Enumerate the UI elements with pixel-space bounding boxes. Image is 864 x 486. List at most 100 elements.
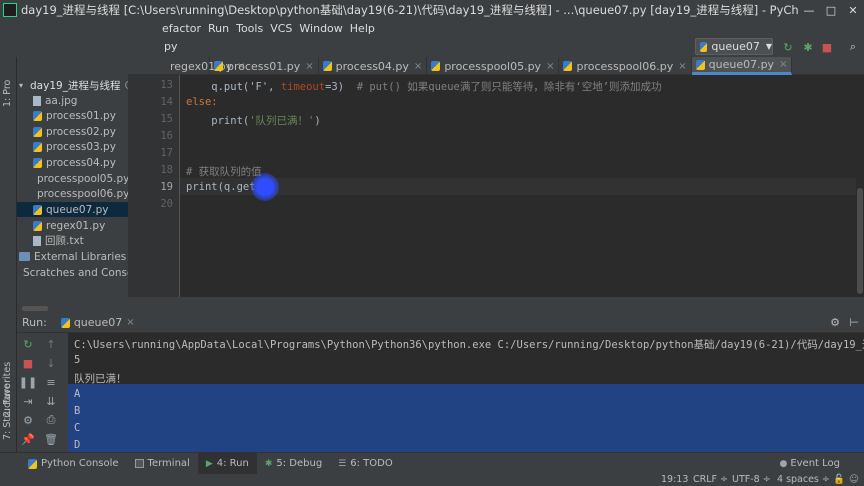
menu-run[interactable]: Run xyxy=(208,22,229,35)
console-line: C:\Users\running\AppData\Local\Programs\… xyxy=(74,339,864,351)
pin-icon[interactable]: 📌 xyxy=(21,432,35,446)
line-number-gutter: 13 14 15 16 17 18 19 20 xyxy=(128,75,180,297)
menu-refactor[interactable]: efactor xyxy=(162,22,201,35)
stop-icon[interactable]: ■ xyxy=(820,40,834,54)
lock-icon[interactable]: 🔓 xyxy=(833,474,845,485)
run-config-tab[interactable]: queue07 xyxy=(74,316,122,329)
tab-label: 4: Run xyxy=(216,458,249,469)
tree-external-libraries[interactable]: External Libraries xyxy=(17,249,128,264)
up-arrow-icon[interactable]: ↑ xyxy=(44,337,58,351)
line-number: 18 xyxy=(160,164,173,176)
minimize-button[interactable]: — xyxy=(798,0,820,20)
tab-process01[interactable]: process01.py × xyxy=(210,57,319,75)
print-icon[interactable]: ⎙ xyxy=(44,413,58,427)
tab-terminal[interactable]: Terminal xyxy=(127,453,198,475)
menu-help[interactable]: Help xyxy=(350,22,375,35)
close-tab-icon[interactable]: × xyxy=(546,61,554,72)
editor-scrollbar-thumb[interactable] xyxy=(857,188,863,294)
stop-icon[interactable]: ■ xyxy=(21,356,35,370)
tab-processpool05[interactable]: processpool05.py × xyxy=(427,57,560,75)
tab-debug[interactable]: ✱ 5: Debug xyxy=(257,453,330,475)
tree-item-label: regex01.py xyxy=(46,219,106,232)
project-root[interactable]: ▾ day19_进程与线程 CA xyxy=(17,78,128,93)
run-config-select[interactable]: queue07 ▼ xyxy=(695,38,773,55)
tab-python-console[interactable]: Python Console xyxy=(20,453,127,475)
structure-tool-tab[interactable]: 7: Structure xyxy=(2,384,13,440)
tab-queue07[interactable]: queue07.py × xyxy=(691,57,793,75)
inspector-icon[interactable]: ☺ xyxy=(849,474,859,485)
hide-panel-icon[interactable]: ⊢ xyxy=(849,316,859,329)
tree-file-aa-jpg[interactable]: aa.jpg xyxy=(17,93,128,108)
status-bar: 19:13 CRLF ÷ UTF-8 ÷ 4 spaces ÷ 🔓 ☺ xyxy=(0,474,864,486)
pause-icon[interactable]: ❚❚ xyxy=(19,375,37,389)
tab-label: Python Console xyxy=(41,458,119,469)
tree-file-processpool05[interactable]: processpool05.py xyxy=(17,171,128,186)
indent-setting[interactable]: 4 spaces ÷ xyxy=(777,474,830,485)
restore-layout-icon[interactable]: ⇥ xyxy=(21,394,35,408)
file-encoding[interactable]: UTF-8 ÷ xyxy=(732,474,771,485)
console-line: B xyxy=(74,405,81,417)
close-tab-icon[interactable]: × xyxy=(779,59,787,70)
terminal-icon xyxy=(134,459,144,468)
down-arrow-icon[interactable]: ↓ xyxy=(44,356,58,370)
debug-icon[interactable]: ✱ xyxy=(801,40,815,54)
gear-icon[interactable]: ⚙ xyxy=(830,316,840,329)
tab-label: process04.py xyxy=(335,59,409,73)
line-separator[interactable]: CRLF ÷ xyxy=(693,474,728,485)
tab-processpool06[interactable]: processpool06.py × xyxy=(559,57,692,75)
rerun-icon[interactable]: ↻ xyxy=(781,40,795,54)
console-selection xyxy=(68,384,864,452)
scroll-to-end-icon[interactable]: ⇊ xyxy=(44,394,58,408)
settings-icon[interactable]: ⚙ xyxy=(21,413,35,427)
tab-label: processpool05.py xyxy=(444,59,542,73)
tree-file-regex01[interactable]: regex01.py xyxy=(17,218,128,233)
event-log-icon: ● xyxy=(779,458,788,469)
console-output[interactable]: C:\Users\running\AppData\Local\Programs\… xyxy=(68,333,864,452)
python-file-icon xyxy=(33,126,42,137)
tab-process04[interactable]: process04.py × xyxy=(319,57,428,75)
tree-file-processpool06[interactable]: processpool06.py xyxy=(17,186,128,201)
menu-tools[interactable]: Tools xyxy=(236,22,263,35)
tab-todo[interactable]: ☰ 6: TODO xyxy=(330,453,401,475)
window-title: day19_进程与线程 [C:\Users\running\Desktop\py… xyxy=(21,3,798,17)
todo-icon: ☰ xyxy=(338,458,347,469)
maximize-button[interactable]: □ xyxy=(820,0,842,20)
close-button[interactable]: ✕ xyxy=(842,0,864,20)
image-file-icon xyxy=(33,95,41,106)
menu-window[interactable]: Window xyxy=(299,22,342,35)
project-tool-tab[interactable]: 1: Pro xyxy=(2,80,13,107)
mouse-cursor-highlight xyxy=(251,173,279,201)
python-file-icon xyxy=(33,204,42,215)
breadcrumb[interactable]: py xyxy=(164,40,178,53)
run-label: Run: xyxy=(22,316,47,329)
tree-file-process01[interactable]: process01.py xyxy=(17,108,128,123)
caret-position[interactable]: 19:13 xyxy=(661,474,688,485)
tree-item-label: process01.py xyxy=(46,109,116,122)
close-tab-icon[interactable]: × xyxy=(126,317,134,328)
tab-run[interactable]: ▶ 4: Run xyxy=(197,452,257,475)
soft-wrap-icon[interactable]: ≡ xyxy=(44,375,58,389)
line-number: 13 xyxy=(160,79,173,91)
tree-file-process04[interactable]: process04.py xyxy=(17,155,128,170)
search-icon[interactable]: ⌕ xyxy=(846,40,860,54)
tree-scratches[interactable]: Scratches and Console xyxy=(17,265,128,280)
console-line: 队列已满！ xyxy=(74,373,127,385)
close-tab-icon[interactable]: × xyxy=(414,61,422,72)
tree-item-label: 回顾.txt xyxy=(45,235,84,247)
tree-file-process03[interactable]: process03.py xyxy=(17,139,128,154)
tab-regex01[interactable]: regex01.py × xyxy=(128,57,246,75)
tree-file-review-txt[interactable]: 回顾.txt xyxy=(17,233,128,248)
tree-file-process02[interactable]: process02.py xyxy=(17,124,128,139)
tree-item-label: queue07.py xyxy=(46,203,109,216)
trash-icon[interactable]: 🗑 xyxy=(44,432,58,446)
close-tab-icon[interactable]: × xyxy=(305,61,313,72)
code-editor[interactable]: q.put('F', timeout=3) # put() 如果queue满了则… xyxy=(180,75,856,297)
close-tab-icon[interactable]: × xyxy=(678,61,686,72)
rerun-icon[interactable]: ↻ xyxy=(21,337,35,351)
tree-file-queue07[interactable]: queue07.py xyxy=(17,202,128,217)
line-number-current: 19 xyxy=(160,181,173,193)
console-line: A xyxy=(74,388,81,400)
menu-vcs[interactable]: VCS xyxy=(270,22,292,35)
project-scrollbar[interactable] xyxy=(22,306,48,311)
event-log-button[interactable]: ● Event Log xyxy=(771,453,848,475)
